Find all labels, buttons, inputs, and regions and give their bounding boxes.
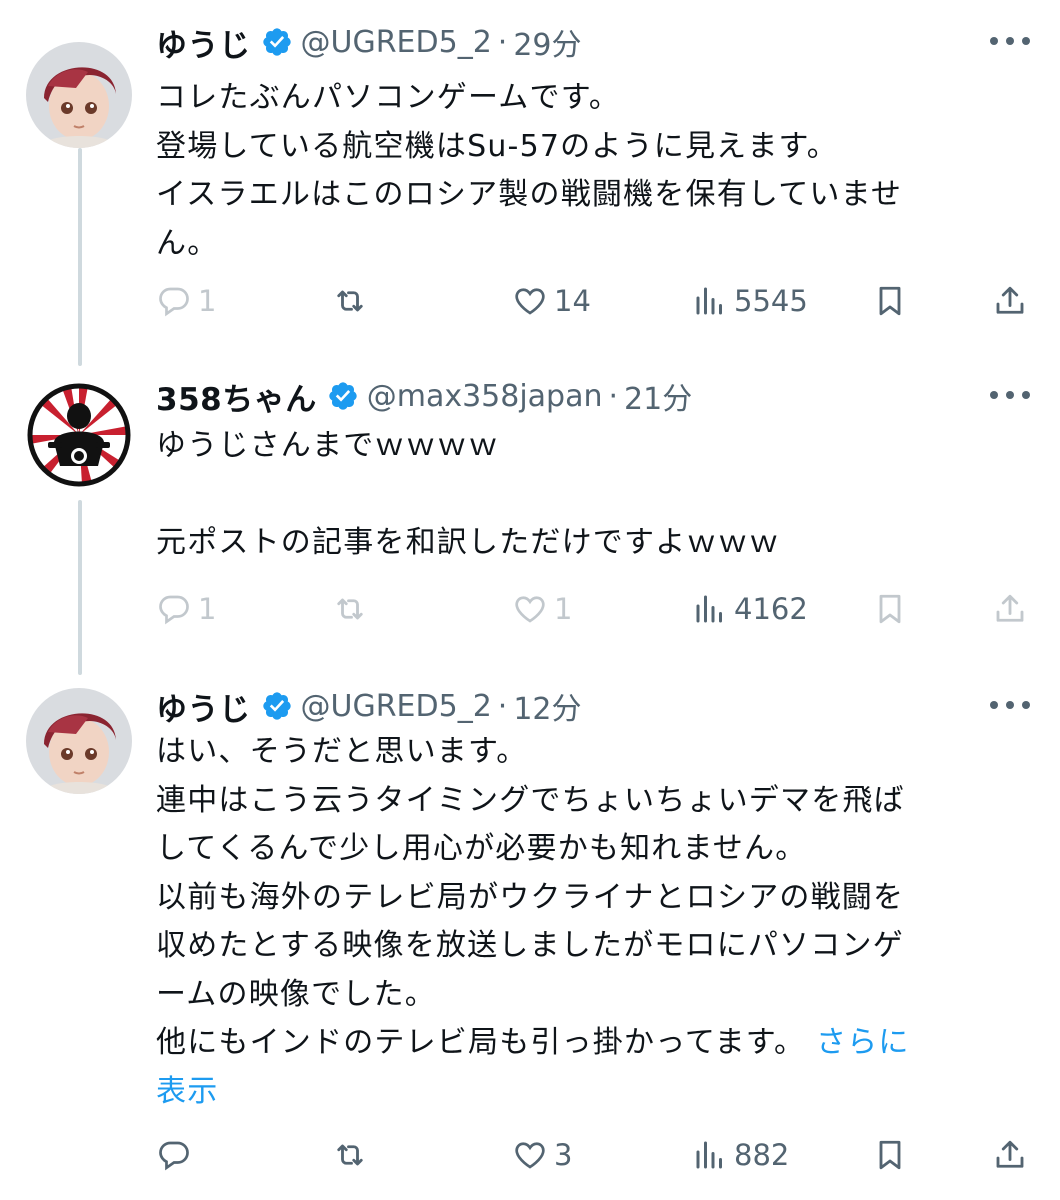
avatar-image (26, 382, 132, 488)
tweet[interactable]: ゆうじ @UGRED5_2 · 29分 コレたぶんパソコンゲームです。 登場して… (0, 12, 1060, 342)
like-count: 3 (554, 1138, 573, 1172)
more-icon[interactable] (990, 698, 1030, 712)
tweet-text-line: してくるんで少し用心が必要かも知れません。 (156, 831, 807, 866)
avatar[interactable] (26, 382, 132, 488)
action-bar: 1 14 5545 (156, 276, 1030, 326)
like-count: 1 (554, 592, 573, 626)
tweet[interactable]: ゆうじ @UGRED5_2 · 12分 はい、そうだと思います。 連中はこう云う… (0, 676, 1060, 1200)
reply-button[interactable]: 1 (156, 584, 216, 634)
verified-badge-icon (262, 28, 291, 56)
bookmark-icon (879, 1140, 901, 1170)
tweet-text-line: ん。 (156, 225, 219, 261)
tweet-text-line: 収めたとする映像を放送しましたがモロにパソコンゲ (156, 928, 904, 963)
display-name[interactable]: ゆうじ (156, 684, 251, 729)
action-bar: 3 882 (156, 1130, 1030, 1180)
retweet-button[interactable] (332, 276, 374, 326)
retweet-button[interactable] (332, 584, 374, 634)
user-handle[interactable]: @UGRED5_2 (301, 689, 492, 724)
tweet-text-line: はい、そうだと思います。 (156, 734, 528, 769)
timestamp[interactable]: 12分 (513, 684, 581, 728)
views-button[interactable]: 882 (692, 1130, 789, 1180)
avatar-image (26, 42, 132, 148)
reply-button[interactable]: 1 (156, 276, 216, 326)
more-icon[interactable] (990, 388, 1030, 402)
verified-badge-icon (262, 692, 291, 720)
tweet-header: 358ちゃん @max358japan · 21分 (156, 366, 692, 426)
like-button[interactable]: 14 (512, 276, 591, 326)
tweet-text-line: ゆうじさんまでｗｗｗｗ (156, 428, 500, 463)
avatar-image (26, 688, 132, 794)
tweet-text-line: 連中はこう云うタイミングでちょいちょいデマを飛ば (156, 782, 905, 818)
separator-dot: · (497, 688, 508, 724)
tweet-header: ゆうじ @UGRED5_2 · 29分 (156, 12, 582, 72)
timestamp[interactable]: 29分 (513, 20, 581, 64)
tweet-text-fragment: 他にもインドのテレビ局も引っ掛かってます。 (156, 1025, 806, 1060)
tweet-text-line: 登場している航空機はSu-57のように見えます。 (156, 128, 838, 164)
bookmark-button[interactable] (872, 1130, 908, 1180)
tweet-text-line: 以前も海外のテレビ局がウクライナとロシアの戦闘を (156, 879, 905, 915)
tweet-header: ゆうじ @UGRED5_2 · 12分 (156, 676, 582, 736)
reply-icon (159, 287, 189, 317)
like-button[interactable]: 3 (512, 1130, 572, 1180)
heart-icon (515, 1142, 545, 1169)
avatar[interactable] (26, 42, 132, 148)
views-icon (696, 595, 722, 623)
share-icon (996, 286, 1024, 314)
user-handle[interactable]: @max358japan (367, 379, 603, 414)
reply-count: 1 (198, 592, 217, 626)
tweet-text-line: コレたぶんパソコンゲームです。 (156, 80, 621, 115)
tweet-text: コレたぶんパソコンゲームです。 登場している航空機はSu-57のように見えます。… (156, 74, 996, 268)
share-icon (996, 594, 1024, 622)
bookmark-button[interactable] (872, 276, 908, 326)
user-handle[interactable]: @UGRED5_2 (301, 25, 492, 60)
share-button[interactable] (992, 276, 1028, 326)
tweet-text: ゆうじさんまでｗｗｗｗ 元ポストの記事を和訳しただけですよｗｗｗ (156, 422, 996, 568)
show-more-link[interactable]: さらに (816, 1025, 910, 1060)
bookmark-icon (879, 594, 901, 624)
share-button[interactable] (992, 1130, 1028, 1180)
retweet-icon (337, 290, 363, 312)
tweet[interactable]: 358ちゃん @max358japan · 21分 ゆうじさんまでｗｗｗｗ 元ポ… (0, 366, 1060, 656)
heart-icon (515, 596, 545, 623)
tweet-text: はい、そうだと思います。 連中はこう云うタイミングでちょいちょいデマを飛ば して… (156, 728, 996, 1116)
separator-dot: · (497, 24, 508, 60)
share-button[interactable] (992, 584, 1028, 634)
separator-dot: · (608, 378, 619, 414)
view-count: 5545 (734, 284, 808, 318)
more-icon[interactable] (990, 34, 1030, 48)
tweet-text-line: 元ポストの記事を和訳しただけですよｗｗｗ (156, 525, 780, 560)
tweet-text-line: ームの映像でした。 (156, 976, 436, 1012)
retweet-button[interactable] (332, 1130, 374, 1180)
views-button[interactable]: 4162 (692, 584, 808, 634)
reply-count: 1 (198, 284, 217, 318)
display-name[interactable]: 358ちゃん (156, 374, 317, 419)
action-bar: 1 1 4162 (156, 584, 1030, 634)
show-more-link[interactable]: 表示 (156, 1068, 996, 1117)
avatar[interactable] (26, 688, 132, 794)
tweet-text-line: イスラエルはこのロシア製の戦闘機を保有していませ (156, 177, 903, 212)
like-button[interactable]: 1 (512, 584, 572, 634)
timestamp[interactable]: 21分 (624, 374, 692, 418)
view-count: 882 (734, 1138, 790, 1172)
heart-icon (515, 288, 545, 315)
bookmark-icon (879, 286, 901, 316)
like-count: 14 (554, 284, 591, 318)
retweet-icon (337, 1144, 363, 1166)
views-button[interactable]: 5545 (692, 276, 808, 326)
views-icon (696, 287, 722, 315)
verified-badge-icon (329, 382, 357, 410)
reply-button[interactable] (156, 1130, 198, 1180)
reply-icon (159, 1141, 189, 1171)
views-icon (696, 1141, 722, 1169)
view-count: 4162 (734, 592, 808, 626)
retweet-icon (337, 598, 363, 620)
share-icon (996, 1140, 1024, 1168)
tweet-text-line: 他にもインドのテレビ局も引っ掛かってます。 さらに (156, 1019, 996, 1068)
bookmark-button[interactable] (872, 584, 908, 634)
reply-icon (159, 595, 189, 625)
display-name[interactable]: ゆうじ (156, 20, 251, 65)
